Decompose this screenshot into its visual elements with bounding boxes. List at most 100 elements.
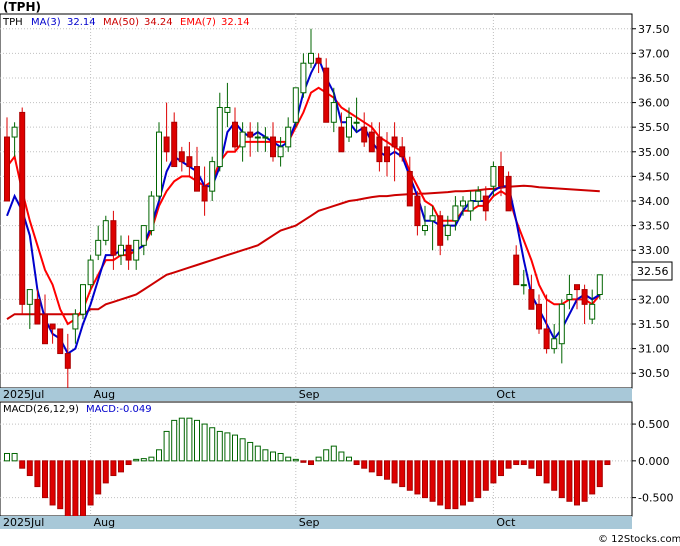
candle-body (194, 166, 200, 192)
macd-bar (368, 460, 375, 473)
candle-body (148, 195, 155, 232)
macd-bar (140, 458, 147, 462)
legend-ma3-value: 32.14 (67, 17, 96, 28)
price-tick-label: 32.00 (638, 293, 670, 306)
date-label: 2025Jul (3, 388, 44, 401)
price-tick-label: 33.50 (638, 220, 670, 233)
macd-bar (277, 452, 284, 462)
candle-body (4, 136, 10, 202)
candle-body (133, 239, 140, 261)
macd-bar (57, 460, 64, 510)
macd-bar (72, 460, 79, 522)
macd-value: MACD:-0.049 (86, 404, 152, 415)
candle-body (353, 121, 360, 124)
candle-body (178, 151, 185, 163)
macd-bar (42, 460, 48, 499)
macd-bar (232, 434, 238, 462)
candle-body (216, 107, 223, 168)
macd-bar (490, 460, 497, 484)
candle-body (57, 328, 64, 355)
macd-bar (520, 460, 527, 466)
macd-bar (224, 432, 231, 462)
candle-body (460, 200, 466, 207)
macd-bar (482, 460, 489, 491)
candle-body (368, 131, 375, 153)
price-tick-label: 34.50 (638, 170, 670, 183)
candle-body (300, 62, 307, 94)
macd-bar (551, 460, 558, 491)
macd-bar (133, 458, 140, 462)
macd-bar (292, 458, 299, 462)
macd-bar (323, 449, 330, 462)
candle-body (232, 121, 238, 148)
macd-bar (4, 452, 10, 462)
macd-tick-label: 0.000 (638, 455, 670, 468)
macd-bar (110, 460, 117, 477)
macd-bar (346, 456, 352, 462)
candle-body (262, 136, 269, 139)
candle-body (558, 303, 565, 345)
candle-body (95, 239, 102, 256)
price-axis: 37.50 37.00 36.50 36.00 35.50 35.00 34.50 34.00… (632, 23, 670, 380)
macd-bar (513, 460, 520, 466)
macd-bar (308, 460, 314, 466)
candle-body (224, 107, 231, 113)
candle-body (444, 225, 451, 236)
legend-ticker: TPH (2, 17, 23, 28)
watermark: © 12Stocks.com (598, 534, 680, 545)
macd-bar (596, 460, 603, 488)
price-tick-label: 37.00 (638, 47, 670, 60)
macd-bar (376, 460, 383, 477)
candle-body (42, 313, 48, 345)
price-panel: 37.50 37.00 36.50 36.00 35.50 35.00 34.50 34.00… (0, 13, 673, 389)
macd-bar (604, 460, 611, 466)
macd-bar (384, 460, 390, 480)
candle-body (422, 225, 428, 232)
macd-bar (566, 460, 573, 502)
macd-bar (95, 460, 102, 495)
candle-body (513, 254, 520, 286)
legend-ema7-label: EMA(7) (180, 17, 216, 28)
candle-body (171, 121, 178, 168)
macd-axis: 0.500 0.000 -0.500 (632, 418, 673, 505)
macd-bar (239, 438, 246, 462)
macd-bar (125, 460, 132, 466)
candle-body (589, 303, 596, 320)
candle-body (566, 294, 573, 300)
macd-bar (26, 460, 33, 477)
price-tick-label: 30.50 (638, 367, 670, 380)
candle-body (72, 313, 79, 330)
macd-bar (589, 460, 596, 495)
macd-bar (19, 460, 26, 469)
macd-bar (467, 460, 474, 502)
chart-title: (TPH) (3, 0, 41, 14)
candle-body (156, 131, 162, 197)
date-label-bottom: Sep (299, 516, 320, 529)
candle-body (467, 200, 474, 212)
macd-bar (216, 430, 223, 462)
price-tick-label: 35.50 (638, 121, 670, 134)
candle-body (490, 166, 497, 187)
candle-body (361, 126, 368, 143)
candle-body (209, 161, 216, 192)
macd-panel: 0.500 0.000 -0.500 MACD(26,12,9) MACD:-0.0… (0, 401, 673, 522)
date-label: Sep (299, 388, 320, 401)
macd-bar (163, 430, 170, 462)
macd-bar (102, 460, 109, 484)
stock-chart: 37.50 37.00 36.50 36.00 35.50 35.00 34.50 34.00… (0, 0, 680, 546)
legend-ma50-value: 34.24 (144, 17, 173, 28)
macd-bar (528, 460, 535, 469)
macd-bar (406, 460, 413, 491)
macd-bar (285, 456, 292, 462)
price-tick-label: 36.50 (638, 72, 670, 85)
candle-body (323, 67, 330, 123)
date-label-bottom: 2025Jul (3, 516, 44, 529)
indicator-legend: TPH MA(3) 32.14 MA(50) 34.24 EMA(7) 32.1… (2, 17, 250, 28)
candle-body (277, 146, 284, 158)
macd-bar (80, 460, 86, 517)
macd-bar (171, 419, 178, 462)
candle-body (581, 289, 588, 305)
candle-body (80, 284, 86, 315)
candle-body (414, 195, 421, 227)
date-label-bottom: Oct (496, 516, 516, 529)
